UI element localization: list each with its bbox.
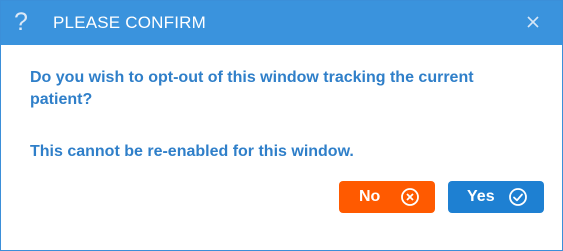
question-mark-icon: ? [14, 8, 28, 36]
yes-button-label: Yes [467, 188, 495, 205]
confirm-message: Do you wish to opt-out of this window tr… [30, 69, 474, 108]
no-button-label: No [359, 188, 381, 205]
circle-x-icon [401, 188, 419, 206]
warning-message: This cannot be re-enabled for this windo… [30, 143, 354, 160]
confirm-dialog: ? PLEASE CONFIRM Do you wish to opt-out … [0, 0, 563, 251]
no-button[interactable]: No [339, 181, 435, 213]
circle-check-icon [509, 188, 527, 206]
yes-button[interactable]: Yes [448, 181, 544, 213]
dialog-title: PLEASE CONFIRM [53, 13, 206, 32]
dialog-title-bar: ? PLEASE CONFIRM [1, 1, 562, 45]
close-icon[interactable] [525, 14, 541, 30]
